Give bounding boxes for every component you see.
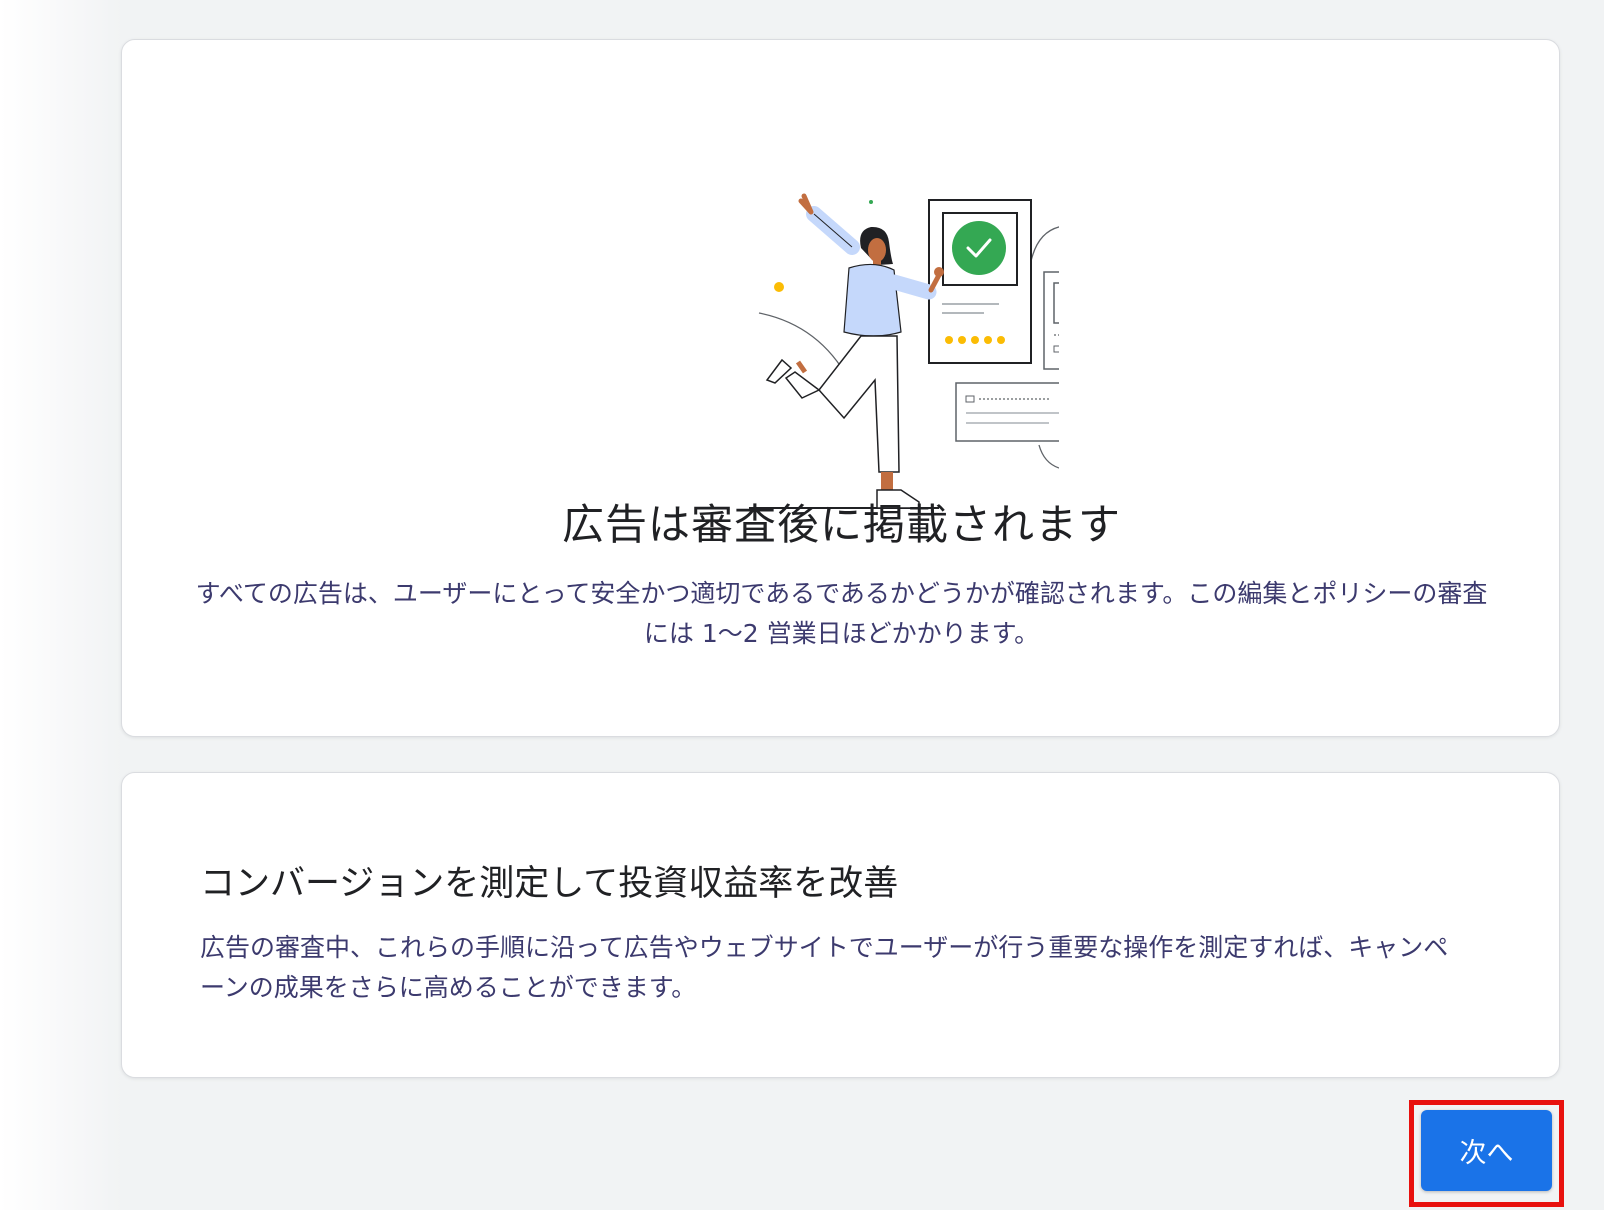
approval-illustration-icon [749,193,1059,509]
conversion-tracking-card: コンバージョンを測定して投資収益率を改善 広告の審査中、これらの手順に沿って広告… [121,772,1560,1078]
conversion-title: コンバージョンを測定して投資収益率を改善 [200,864,899,904]
check-icon [952,221,1006,275]
review-title: 広告は審査後に掲載されます [561,500,1121,549]
review-description: すべての広告は、ユーザーにとって安全かつ適切であるであるかどうかが確認されます。… [195,579,1488,648]
next-button[interactable]: 次へ [1421,1110,1552,1191]
conversion-description: 広告の審査中、これらの手順に沿って広告やウェブサイトでユーザーが行う重要な操作を… [200,933,1449,1002]
ad-review-card: 広告は審査後に掲載されます すべての広告は、ユーザーにとって安全かつ適切であるで… [121,39,1560,737]
